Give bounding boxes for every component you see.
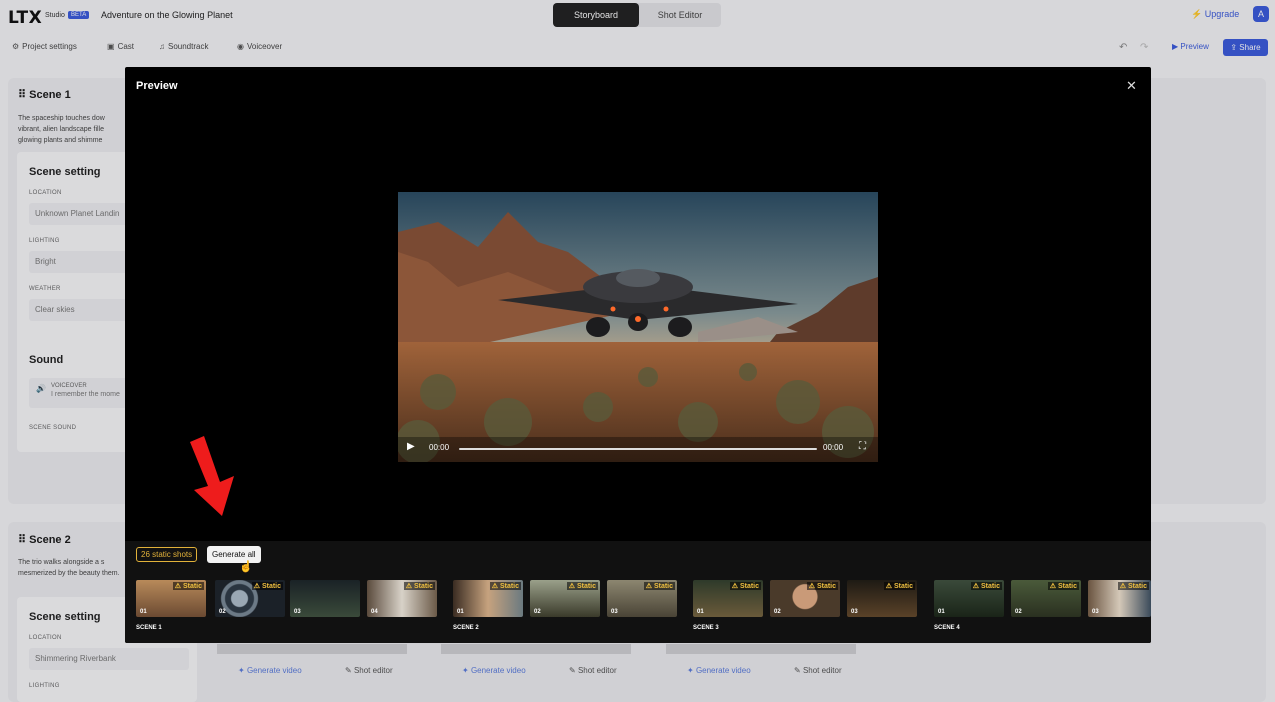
static-badge: ⚠ Static (251, 582, 283, 590)
shot-number: 02 (219, 609, 226, 615)
shot-thumbnail[interactable]: 03 (290, 580, 360, 617)
static-badge: ⚠ Static (403, 582, 435, 590)
static-badge: ⚠ Static (1117, 582, 1149, 590)
close-icon[interactable]: ✕ (1126, 78, 1137, 94)
video-player[interactable]: ▶ 00:00 00:00 ⛶ (398, 192, 878, 462)
spaceship-frame (398, 192, 878, 462)
red-arrow-icon (190, 436, 234, 516)
pointer-cursor-icon: ☝ (239, 561, 253, 573)
shot-number: 02 (534, 609, 541, 615)
scene-label: SCENE 3 (693, 625, 719, 631)
shot-number: 02 (774, 609, 781, 615)
shot-number: 04 (371, 609, 378, 615)
shot-number: 03 (611, 609, 618, 615)
fullscreen-icon[interactable]: ⛶ (859, 441, 866, 452)
shot-thumbnail[interactable]: ⚠ Static 02 (215, 580, 285, 617)
static-badge: ⚠ Static (172, 582, 204, 590)
shot-number: 01 (457, 609, 464, 615)
shot-strip: 26 static shots Generate all ☝ ⚠ Static 0… (125, 541, 1151, 643)
static-badge: ⚠ Static (489, 582, 521, 590)
modal-title: Preview (136, 80, 178, 92)
shot-number: 03 (851, 609, 858, 615)
shot-number: 01 (697, 609, 704, 615)
total-time: 00:00 (823, 443, 844, 452)
shot-number: 01 (140, 609, 147, 615)
shot-thumbnail[interactable]: ⚠ Static 01 (934, 580, 1004, 617)
shot-thumbnail[interactable]: ⚠ Static 02 (530, 580, 600, 617)
shot-thumbnail[interactable]: ⚠ Static 04 (367, 580, 437, 617)
shot-number: 02 (1015, 609, 1022, 615)
preview-modal: Preview ✕ ▶ 00:00 00:00 ⛶ 26 static shot… (125, 67, 1151, 643)
video-controls: ▶ 00:00 00:00 ⛶ (398, 438, 878, 458)
static-badge: ⚠ Static (643, 582, 675, 590)
shot-thumbnail[interactable]: ⚠ Static 01 (693, 580, 763, 617)
scene-label: SCENE 1 (136, 625, 162, 631)
static-shots-badge: 26 static shots (136, 547, 198, 562)
scene-label: SCENE 4 (934, 625, 960, 631)
shot-thumbnail[interactable]: ⚠ Static 02 (1011, 580, 1081, 617)
static-badge: ⚠ Static (970, 582, 1002, 590)
shot-number: 03 (294, 609, 301, 615)
static-badge: ⚠ Static (883, 582, 915, 590)
shot-thumbnail[interactable]: ⚠ Static 01 (136, 580, 206, 617)
shot-number: 03 (1092, 609, 1099, 615)
scene-label: SCENE 2 (453, 625, 479, 631)
shot-number: 01 (938, 609, 945, 615)
static-badge: ⚠ Static (566, 582, 598, 590)
shot-thumbnail[interactable]: ⚠ Static 03 (847, 580, 917, 617)
static-badge: ⚠ Static (806, 582, 838, 590)
progress-bar[interactable] (459, 448, 817, 450)
shot-thumbnail[interactable]: ⚠ Static 03 (1088, 580, 1151, 617)
current-time: 00:00 (429, 443, 450, 452)
shot-thumbnail[interactable]: ⚠ Static 01 (453, 580, 523, 617)
shot-thumbnail[interactable]: ⚠ Static 02 (770, 580, 840, 617)
static-badge: ⚠ Static (729, 582, 761, 590)
static-shots-count: 26 static shots (141, 550, 193, 559)
play-icon[interactable]: ▶ (407, 441, 415, 452)
shot-thumbnail[interactable]: ⚠ Static 03 (607, 580, 677, 617)
static-badge: ⚠ Static (1047, 582, 1079, 590)
